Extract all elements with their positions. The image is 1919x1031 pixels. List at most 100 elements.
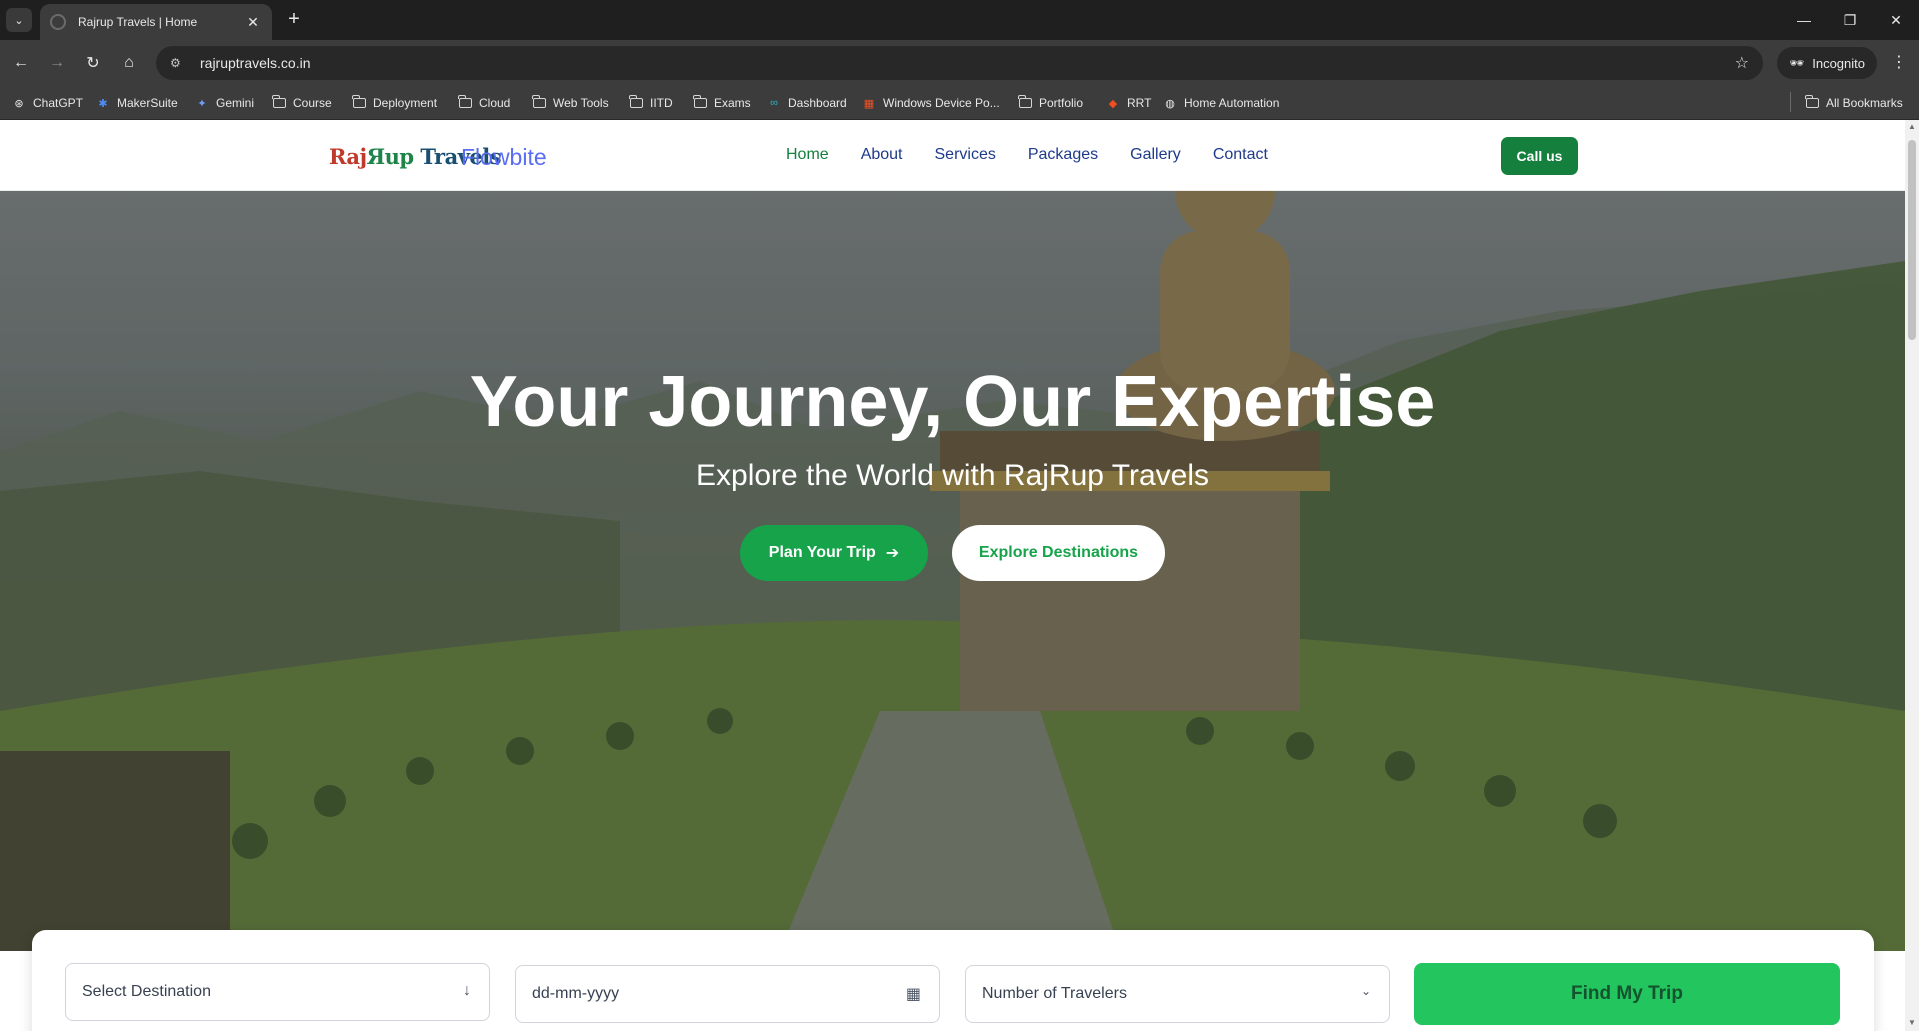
- bookmark-label: Course: [293, 96, 332, 110]
- url-text[interactable]: rajruptravels.co.in: [200, 55, 311, 71]
- hero-subtitle: Explore the World with RajRup Travels: [696, 459, 1209, 492]
- tab-close-icon[interactable]: ✕: [244, 14, 262, 31]
- scroll-down-icon[interactable]: ▼: [1907, 1018, 1917, 1028]
- bookmark-gemini[interactable]: ✦ Gemini: [195, 93, 254, 113]
- bookmark-label: Home Automation: [1184, 96, 1280, 110]
- incognito-icon: 🕶: [1789, 56, 1805, 70]
- bookmark-label: Windows Device Po...: [883, 96, 1000, 110]
- site-settings-icon[interactable]: ⚙: [170, 56, 186, 70]
- loading-favicon-icon: [50, 14, 66, 30]
- folder-icon: [629, 95, 643, 110]
- plan-your-trip-button[interactable]: Plan Your Trip ➔: [740, 525, 928, 581]
- travelers-placeholder: Number of Travelers: [982, 985, 1127, 1002]
- destination-select[interactable]: Select Destination ↓: [65, 963, 490, 1021]
- bookmark-label: Gemini: [216, 96, 255, 110]
- bookmark-label: RRT: [1127, 96, 1152, 110]
- figma-icon: ◆: [1108, 97, 1118, 110]
- address-bar[interactable]: ⚙ rajruptravels.co.in ☆: [156, 46, 1763, 80]
- bookmark-label: Exams: [714, 96, 751, 110]
- folder-icon: [458, 95, 472, 110]
- bookmark-course[interactable]: Course: [272, 93, 332, 113]
- nav-gallery[interactable]: Gallery: [1130, 146, 1181, 164]
- travelers-select[interactable]: Number of Travelers ⌄: [965, 965, 1390, 1023]
- bookmark-exams[interactable]: Exams: [693, 93, 751, 113]
- bookmark-star-icon[interactable]: ☆: [1735, 53, 1749, 73]
- scroll-up-icon[interactable]: ▲: [1907, 122, 1917, 132]
- logo-part-rup: Яup: [366, 144, 414, 169]
- folder-icon: [1805, 95, 1819, 110]
- arrow-right-icon: ➔: [885, 545, 900, 562]
- call-us-button[interactable]: Call us: [1501, 137, 1578, 175]
- globe-icon: ◍: [1165, 97, 1175, 110]
- reload-icon[interactable]: ↻: [81, 51, 105, 75]
- incognito-label: Incognito: [1812, 55, 1865, 71]
- folder-icon: [532, 95, 546, 110]
- site-header: RajЯup Travels Flowbite Home About Servi…: [0, 120, 1905, 191]
- all-bookmarks-label: All Bookmarks: [1826, 96, 1903, 110]
- bookmark-web-tools[interactable]: Web Tools: [532, 93, 609, 113]
- close-window-icon[interactable]: ✕: [1873, 0, 1919, 40]
- folder-icon: [1018, 95, 1032, 110]
- bookmarks-bar: ⊛ ChatGPT ✱ MakerSuite ✦ Gemini Course Depl…: [0, 86, 1919, 120]
- bookmark-rrt[interactable]: ◆ RRT: [1106, 93, 1152, 113]
- bookmark-chatgpt[interactable]: ⊛ ChatGPT: [12, 93, 83, 113]
- bookmark-home-automation[interactable]: ◍ Home Automation: [1163, 93, 1279, 113]
- destination-placeholder: Select Destination: [82, 983, 211, 1000]
- bookmark-portfolio[interactable]: Portfolio: [1018, 93, 1083, 113]
- all-bookmarks[interactable]: All Bookmarks: [1805, 93, 1903, 113]
- brand-name[interactable]: Flowbite: [461, 144, 547, 171]
- bookmark-label: Portfolio: [1039, 96, 1084, 110]
- dashboard-icon: ∞: [770, 97, 778, 109]
- back-arrow-icon[interactable]: ←: [9, 51, 33, 75]
- bookmark-label: ChatGPT: [33, 96, 84, 110]
- bookmark-makersuite[interactable]: ✱ MakerSuite: [96, 93, 178, 113]
- nav-home[interactable]: Home: [786, 146, 829, 164]
- bookmarks-divider: [1790, 92, 1791, 112]
- tab-search-chevron-icon[interactable]: ⌄: [6, 8, 32, 32]
- web-page: RajЯup Travels Flowbite Home About Servi…: [0, 120, 1919, 1031]
- bookmark-label: MakerSuite: [117, 96, 178, 110]
- calendar-icon[interactable]: ▦: [906, 984, 921, 1004]
- nav-services[interactable]: Services: [935, 146, 996, 164]
- bookmark-label: Web Tools: [553, 96, 609, 110]
- arrow-down-icon: ↓: [463, 982, 471, 999]
- nav-about[interactable]: About: [861, 146, 903, 164]
- incognito-badge[interactable]: 🕶 Incognito: [1777, 47, 1877, 79]
- folder-icon: [693, 95, 707, 110]
- logo-part-raj: Raj: [329, 144, 367, 169]
- find-my-trip-button[interactable]: Find My Trip: [1414, 963, 1840, 1025]
- bookmark-iitd[interactable]: IITD: [629, 93, 673, 113]
- trip-search-card: Select Destination ↓ dd-mm-yyyy ▦ Number…: [32, 930, 1874, 1031]
- browser-menu-icon[interactable]: ⋮: [1887, 51, 1911, 75]
- bookmark-cloud[interactable]: Cloud: [458, 93, 510, 113]
- home-icon[interactable]: ⌂: [117, 51, 141, 75]
- hero-title: Your Journey, Our Expertise: [469, 362, 1436, 442]
- makersuite-icon: ✱: [98, 97, 108, 110]
- forward-arrow-icon[interactable]: →: [45, 51, 69, 75]
- date-input[interactable]: dd-mm-yyyy ▦: [515, 965, 940, 1023]
- new-tab-plus-icon[interactable]: +: [282, 8, 306, 32]
- bookmark-windows-device[interactable]: ▦ Windows Device Po...: [862, 93, 1000, 113]
- scrollbar-thumb[interactable]: [1908, 140, 1916, 340]
- bookmark-label: IITD: [650, 96, 673, 110]
- chatgpt-icon: ⊛: [14, 97, 24, 110]
- minimize-icon[interactable]: —: [1781, 0, 1827, 40]
- plan-your-trip-label: Plan Your Trip: [768, 544, 876, 561]
- nav-contact[interactable]: Contact: [1213, 146, 1268, 164]
- browser-toolbar: ← → ↻ ⌂ ⚙ rajruptravels.co.in ☆ 🕶 Incogn…: [0, 40, 1919, 86]
- gemini-icon: ✦: [197, 97, 207, 110]
- windows-icon: ▦: [863, 97, 875, 110]
- bookmark-dashboard[interactable]: ∞ Dashboard: [767, 93, 847, 113]
- nav-packages[interactable]: Packages: [1028, 146, 1098, 164]
- browser-tab-active[interactable]: Rajrup Travels | Home ✕: [40, 4, 272, 40]
- main-nav: Home About Services Packages Gallery Con…: [786, 146, 1268, 164]
- page-scrollbar[interactable]: ▲ ▼: [1905, 120, 1919, 1031]
- bookmark-label: Cloud: [479, 96, 511, 110]
- explore-destinations-button[interactable]: Explore Destinations: [952, 525, 1165, 581]
- bookmark-label: Dashboard: [788, 96, 847, 110]
- restore-icon[interactable]: ❐: [1827, 0, 1873, 40]
- bookmark-deployment[interactable]: Deployment: [352, 93, 437, 113]
- tab-title: Rajrup Travels | Home: [78, 15, 198, 29]
- folder-icon: [272, 95, 286, 110]
- bookmark-label: Deployment: [373, 96, 438, 110]
